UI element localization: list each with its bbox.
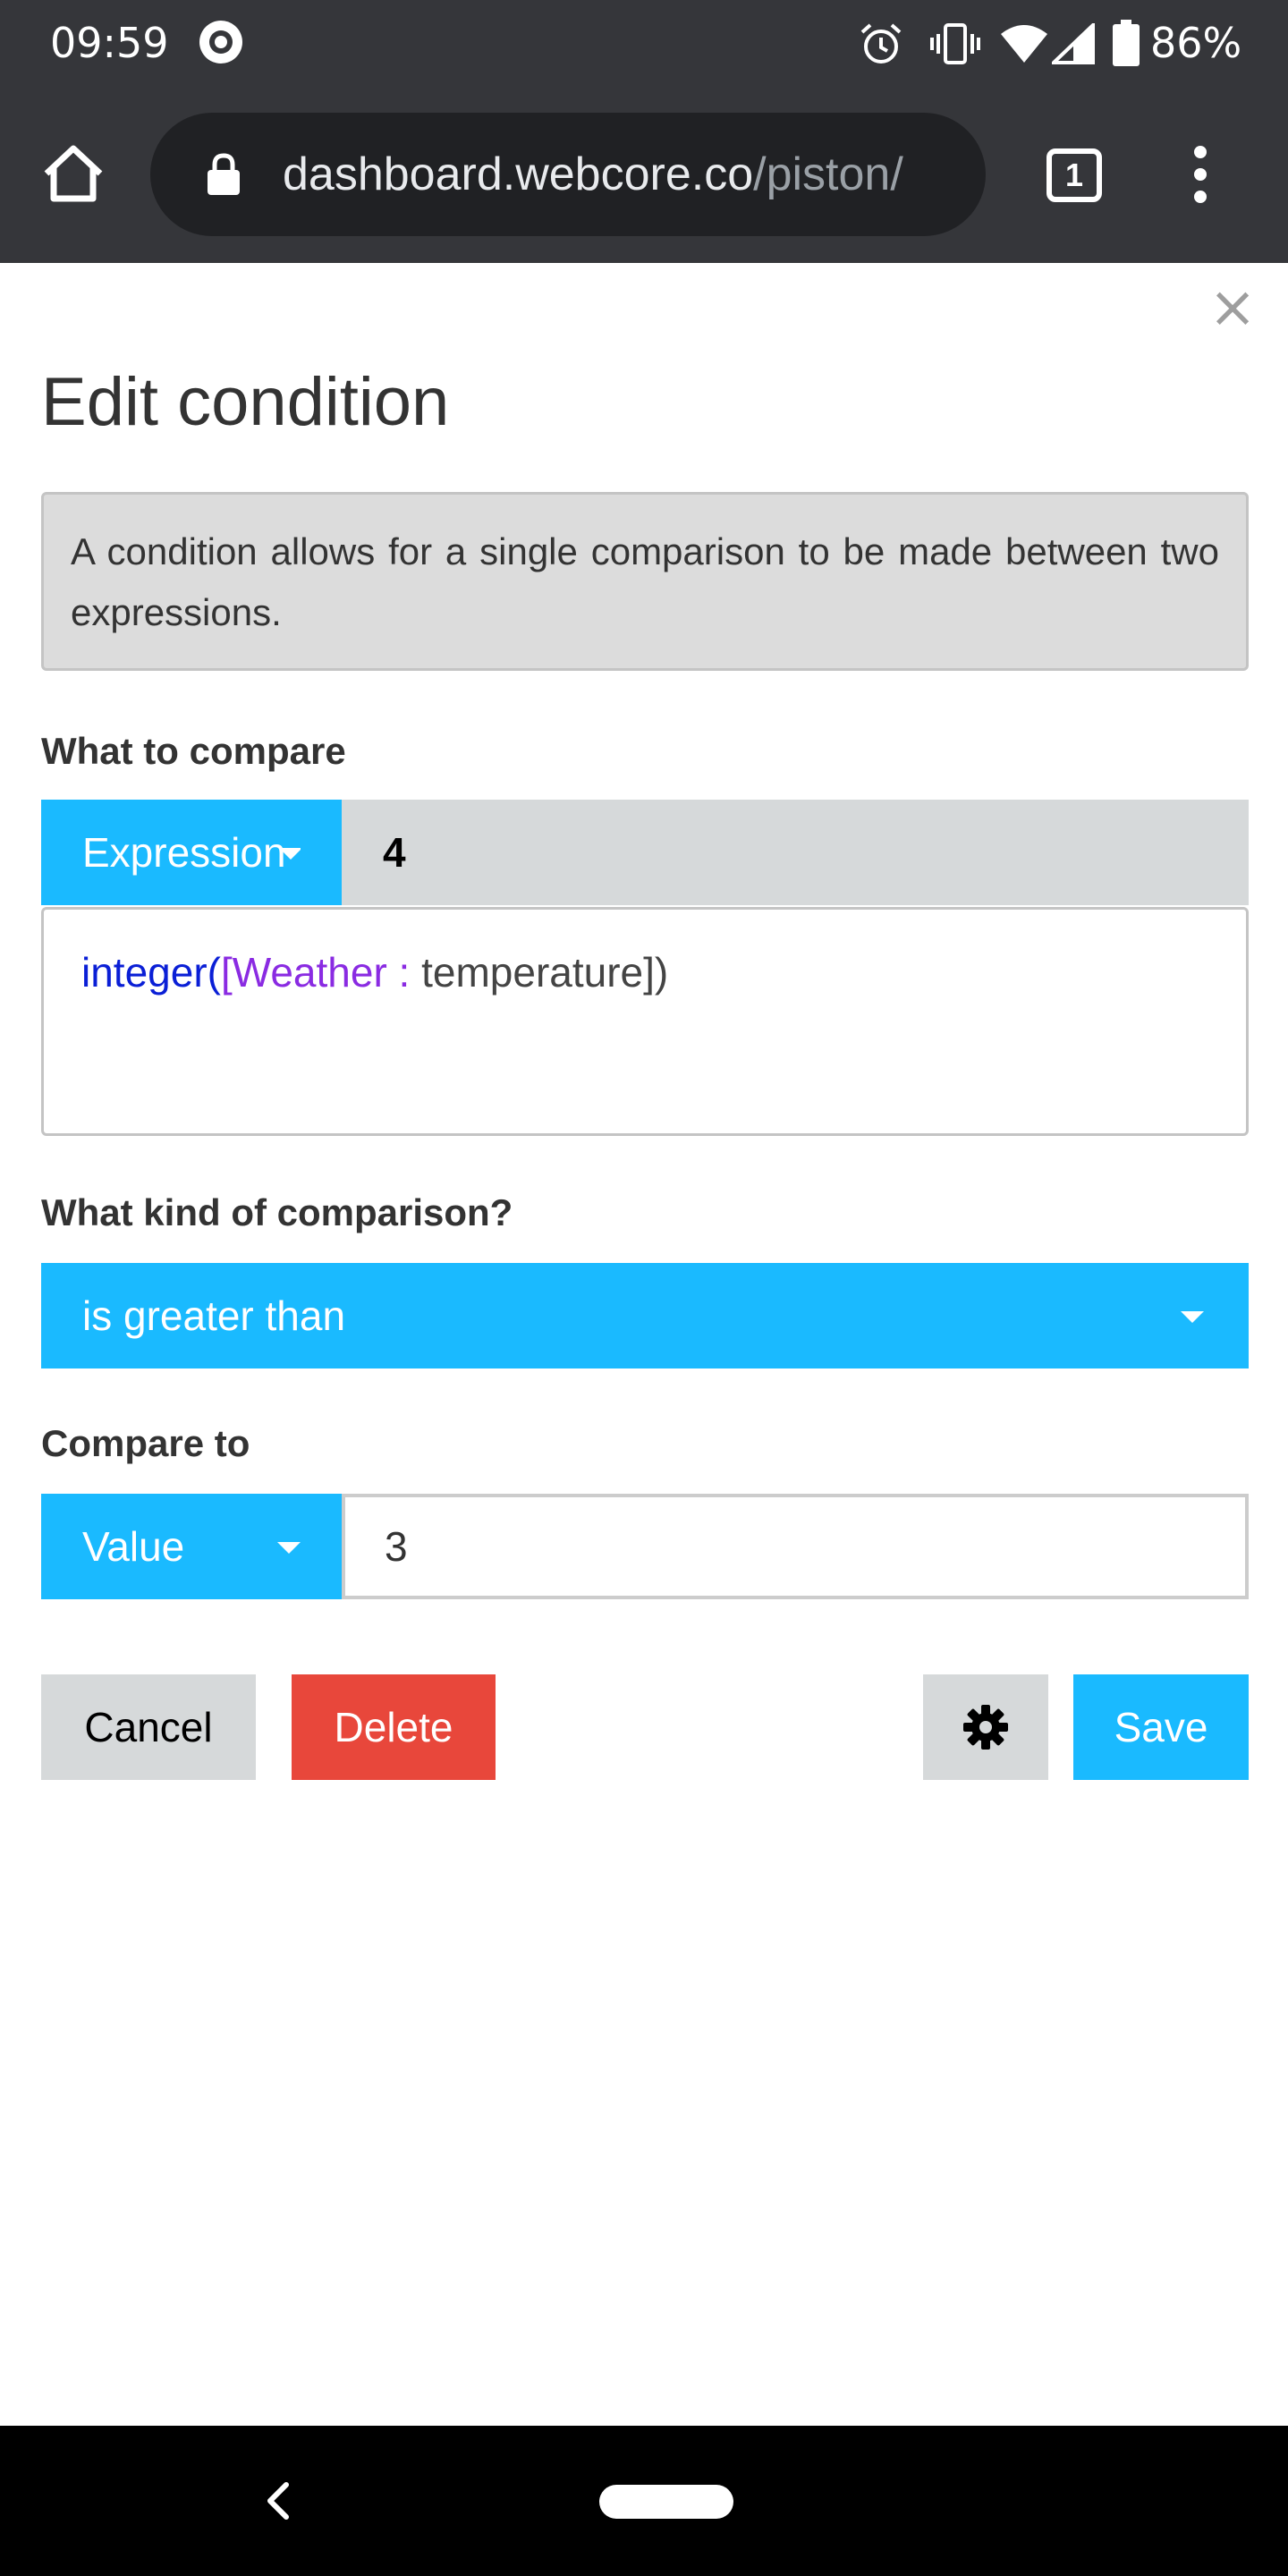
home-gesture-pill[interactable] — [599, 2485, 733, 2519]
system-nav-bar — [0, 2426, 1288, 2576]
battery-icon — [1113, 20, 1140, 66]
chevron-down-icon — [277, 1542, 301, 1554]
signal-icon — [1052, 23, 1095, 64]
status-time: 09:59 — [50, 19, 169, 67]
wifi-icon — [1001, 25, 1047, 63]
chevron-down-icon — [1181, 1311, 1204, 1323]
expression-function: integer( — [81, 949, 221, 996]
comparison-dropdown[interactable]: is greater than — [41, 1263, 1249, 1368]
back-icon[interactable] — [259, 2479, 295, 2522]
compare-to-type-dropdown[interactable]: Value — [41, 1494, 342, 1599]
description-box: A condition allows for a single comparis… — [41, 492, 1249, 671]
overflow-menu-icon[interactable] — [1190, 145, 1211, 204]
expression-attribute: temperature — [421, 949, 644, 996]
url-text: dashboard.webcore.co/piston/ — [283, 145, 980, 204]
expression-editor[interactable]: integer([Weather : temperature]) — [41, 907, 1249, 1136]
compare-to-type-label: Value — [82, 1523, 185, 1570]
expression-device: [Weather : — [220, 949, 422, 996]
operand-type-dropdown[interactable]: Expression — [41, 800, 342, 905]
chevron-down-icon — [279, 848, 302, 860]
operand-type-label: Expression — [82, 829, 286, 876]
url-path: /piston/ — [753, 148, 903, 200]
home-icon[interactable] — [41, 141, 106, 206]
close-button[interactable]: × — [1208, 279, 1258, 336]
settings-button[interactable] — [923, 1674, 1048, 1780]
evaluated-value: 4 — [342, 800, 1249, 905]
save-button[interactable]: Save — [1073, 1674, 1249, 1780]
compare-to-label: Compare to — [41, 1422, 250, 1464]
record-icon — [199, 21, 242, 64]
status-bar: 09:59 86% — [0, 0, 1288, 86]
comparison-selected: is greater than — [82, 1292, 346, 1339]
expression-close: ]) — [643, 949, 669, 996]
compare-value-input[interactable]: 3 — [342, 1494, 1249, 1599]
battery-percent: 86% — [1150, 19, 1242, 67]
comparison-label: What kind of comparison? — [41, 1191, 513, 1233]
delete-button[interactable]: Delete — [292, 1674, 496, 1780]
lock-icon — [208, 153, 240, 195]
vibrate-icon — [930, 23, 980, 64]
address-bar[interactable]: dashboard.webcore.co/piston/ — [150, 113, 986, 236]
dialog-title: Edit condition — [41, 364, 450, 440]
browser-toolbar: dashboard.webcore.co/piston/ 1 — [0, 86, 1288, 263]
what-to-compare-label: What to compare — [41, 730, 346, 772]
cancel-button[interactable]: Cancel — [41, 1674, 256, 1780]
tab-switcher-button[interactable]: 1 — [1046, 148, 1102, 202]
url-domain: dashboard.webcore.co — [283, 148, 754, 200]
gear-icon — [963, 1705, 1008, 1750]
dropdown-caret-area — [301, 800, 342, 905]
alarm-icon — [860, 23, 902, 64]
